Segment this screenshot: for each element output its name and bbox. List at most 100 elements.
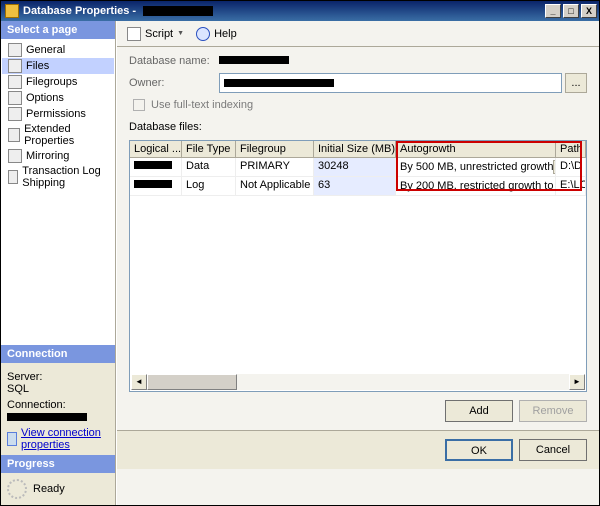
close-button[interactable]: X xyxy=(581,4,597,18)
title-text: Database Properties - xyxy=(23,5,136,17)
cell-path[interactable]: E:\LO xyxy=(556,177,586,195)
cell-initial-size[interactable]: 63 xyxy=(314,177,396,195)
help-label: Help xyxy=(214,28,237,40)
connection-label: Connection: xyxy=(7,399,109,411)
cell-filetype[interactable]: Data xyxy=(182,158,236,176)
cell-autogrowth[interactable]: By 200 MB, restricted growth to 2...... xyxy=(396,177,556,195)
cancel-button[interactable]: Cancel xyxy=(519,439,587,461)
nav-item-mirroring[interactable]: Mirroring xyxy=(2,148,114,164)
maximize-button[interactable]: □ xyxy=(563,4,579,18)
minimize-button[interactable]: _ xyxy=(545,4,561,18)
cell-autogrowth[interactable]: By 500 MB, unrestricted growth... xyxy=(396,158,556,176)
dialog-body: Select a page General Files Filegroups O… xyxy=(1,21,599,505)
fulltext-row: Use full-text indexing xyxy=(133,99,587,111)
fulltext-checkbox xyxy=(133,99,145,111)
server-label: Server: xyxy=(7,371,109,383)
database-properties-dialog: Database Properties - _ □ X Select a pag… xyxy=(0,0,600,506)
cell-filegroup[interactable]: Not Applicable xyxy=(236,177,314,195)
nav-label: Mirroring xyxy=(26,150,69,162)
col-initial-size[interactable]: Initial Size (MB) xyxy=(314,141,396,157)
script-label: Script xyxy=(145,28,173,40)
cell-filegroup[interactable]: PRIMARY xyxy=(236,158,314,176)
progress-spinner-icon xyxy=(7,479,27,499)
window-title: Database Properties - xyxy=(23,5,545,17)
files-grid[interactable]: Logical ... File Type Filegroup Initial … xyxy=(129,140,587,392)
files-form: Database name: Owner: ... Use full-text … xyxy=(117,47,599,140)
scroll-thumb[interactable] xyxy=(147,374,237,390)
nav-item-filegroups[interactable]: Filegroups xyxy=(2,74,114,90)
owner-input[interactable] xyxy=(219,73,562,93)
connection-pane: Server: SQL Connection: View connection … xyxy=(1,363,115,455)
autogrowth-text: By 500 MB, unrestricted growth xyxy=(400,161,553,173)
nav-item-transaction-log-shipping[interactable]: Transaction Log Shipping xyxy=(2,164,114,190)
grid-row[interactable]: Data PRIMARY 30248 By 500 MB, unrestrict… xyxy=(130,158,586,177)
col-path[interactable]: Path xyxy=(556,141,586,157)
logical-name-redacted xyxy=(134,180,172,188)
database-icon xyxy=(5,4,19,18)
connection-value-redacted xyxy=(7,413,87,421)
connection-header: Connection xyxy=(1,345,115,363)
logical-name-redacted xyxy=(134,161,172,169)
nav-item-files[interactable]: Files xyxy=(2,58,114,74)
db-name-value-redacted xyxy=(219,56,289,64)
view-connection-properties-link[interactable]: View connection properties xyxy=(7,427,109,451)
page-icon xyxy=(8,128,20,142)
nav-item-general[interactable]: General xyxy=(2,42,114,58)
nav-item-permissions[interactable]: Permissions xyxy=(2,106,114,122)
page-icon xyxy=(8,91,22,105)
help-button[interactable]: Help xyxy=(192,25,241,43)
grid-row[interactable]: Log Not Applicable 63 By 200 MB, restric… xyxy=(130,177,586,196)
page-icon xyxy=(8,107,22,121)
nav-label: Transaction Log Shipping xyxy=(22,165,108,189)
link-text: View connection properties xyxy=(21,427,109,451)
scroll-track[interactable] xyxy=(147,374,569,390)
files-grid-label: Database files: xyxy=(129,121,587,133)
col-autogrowth[interactable]: Autogrowth xyxy=(396,141,556,157)
left-column: Select a page General Files Filegroups O… xyxy=(1,21,116,505)
autogrowth-text: By 200 MB, restricted growth to 2... xyxy=(400,180,556,192)
right-column: Script ▼ Help Database name: Owner: ... xyxy=(116,21,599,505)
cell-path[interactable]: D:\D xyxy=(556,158,586,176)
col-logical-name[interactable]: Logical ... xyxy=(130,141,182,157)
dialog-buttons: OK Cancel xyxy=(117,430,599,469)
ok-button[interactable]: OK xyxy=(445,439,513,461)
col-filegroup[interactable]: Filegroup xyxy=(236,141,314,157)
script-icon xyxy=(127,27,141,41)
grid-horizontal-scrollbar[interactable]: ◄ ► xyxy=(131,374,585,390)
scroll-left-button[interactable]: ◄ xyxy=(131,374,147,390)
nav-item-options[interactable]: Options xyxy=(2,90,114,106)
page-toolbar: Script ▼ Help xyxy=(117,21,599,47)
progress-pane: Ready xyxy=(1,473,115,505)
nav-label: Options xyxy=(26,92,64,104)
title-bar[interactable]: Database Properties - _ □ X xyxy=(1,1,599,21)
scroll-right-button[interactable]: ► xyxy=(569,374,585,390)
cell-initial-size[interactable]: 30248 xyxy=(314,158,396,176)
db-name-label: Database name: xyxy=(129,55,219,67)
cell-logical[interactable] xyxy=(130,177,182,195)
nav-item-extended-properties[interactable]: Extended Properties xyxy=(2,122,114,148)
col-file-type[interactable]: File Type xyxy=(182,141,236,157)
server-value: SQL xyxy=(7,383,109,395)
grid-action-buttons: Add Remove xyxy=(117,392,599,430)
owner-label: Owner: xyxy=(129,77,219,89)
grid-header-row: Logical ... File Type Filegroup Initial … xyxy=(130,141,586,158)
page-icon xyxy=(8,170,18,184)
owner-value-redacted xyxy=(224,79,334,87)
chevron-down-icon: ▼ xyxy=(177,30,184,37)
add-file-button[interactable]: Add xyxy=(445,400,513,422)
properties-icon xyxy=(7,432,17,446)
owner-row: Owner: ... xyxy=(129,73,587,93)
nav-label: General xyxy=(26,44,65,56)
script-button[interactable]: Script ▼ xyxy=(123,25,188,43)
db-name-row: Database name: xyxy=(129,55,587,67)
progress-header: Progress xyxy=(1,455,115,473)
remove-file-button: Remove xyxy=(519,400,587,422)
nav-label: Files xyxy=(26,60,49,72)
cell-filetype[interactable]: Log xyxy=(182,177,236,195)
select-page-header: Select a page xyxy=(1,21,115,39)
nav-label: Extended Properties xyxy=(24,123,108,147)
nav-label: Filegroups xyxy=(26,76,77,88)
owner-browse-button[interactable]: ... xyxy=(565,73,587,93)
help-icon xyxy=(196,27,210,41)
cell-logical[interactable] xyxy=(130,158,182,176)
